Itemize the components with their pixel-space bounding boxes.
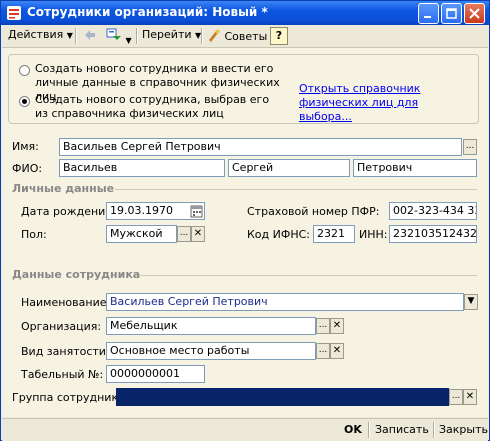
- section-divider: [140, 275, 477, 276]
- close-window-button[interactable]: [464, 3, 485, 24]
- select-existing-label[interactable]: Создать нового сотрудника, выбрав его из…: [35, 93, 275, 121]
- personal-section-title: Личные данные: [12, 182, 115, 195]
- back-button[interactable]: [82, 27, 98, 46]
- employment-type-input[interactable]: Основное место работы: [106, 342, 316, 360]
- name-input[interactable]: Васильев Сергей Петрович: [59, 138, 462, 156]
- help-icon: ?: [275, 29, 283, 42]
- tips-label: Советы: [224, 30, 268, 43]
- radio-selected-dot: [22, 99, 27, 104]
- fio-label: ФИО:: [12, 162, 43, 175]
- inn-input[interactable]: 232103512432: [389, 225, 477, 243]
- employee-name-dropdown[interactable]: ▼: [464, 294, 478, 310]
- group-input[interactable]: [116, 388, 449, 406]
- structure-icon: [106, 28, 126, 46]
- help-button[interactable]: ?: [270, 27, 288, 45]
- organization-label: Организация:: [21, 320, 102, 333]
- form-content: Создать нового сотрудника и ввести его л…: [2, 48, 488, 417]
- employment-type-label: Вид занятости:: [21, 345, 110, 358]
- toolbar-separator: [433, 422, 435, 438]
- title-bar: Сотрудники организаций: Новый *: [1, 1, 489, 25]
- last-name-input[interactable]: Васильев: [59, 159, 225, 177]
- employee-name-input[interactable]: Васильев Сергей Петрович: [106, 293, 464, 311]
- tips-icon: [207, 29, 225, 43]
- calendar-icon[interactable]: [190, 204, 203, 218]
- organization-select-button[interactable]: ...: [316, 318, 330, 334]
- clear-icon: ✕: [465, 391, 475, 402]
- tab-number-label: Табельный №:: [21, 368, 104, 381]
- chevron-down-icon: ▼: [467, 296, 475, 306]
- actions-menu[interactable]: Действия ▼: [8, 28, 73, 41]
- gender-label: Пол:: [21, 228, 47, 241]
- employee-window: Сотрудники организаций: Новый * Действия…: [0, 0, 490, 441]
- clear-icon: ✕: [332, 345, 342, 356]
- close-button[interactable]: Закрыть: [439, 423, 488, 436]
- bottom-bar: OK Записать Закрыть: [2, 418, 488, 441]
- employment-type-clear-button[interactable]: ✕: [330, 343, 344, 359]
- ifns-label: Код ИФНС:: [247, 228, 310, 241]
- group-label: Группа сотрудника:: [12, 391, 129, 404]
- app-icon: [6, 5, 22, 21]
- employee-name-label: Наименование:: [21, 296, 111, 309]
- radio-select-existing[interactable]: [19, 96, 30, 107]
- tab-number-input[interactable]: 0000000001: [106, 365, 205, 383]
- actions-label: Действия: [8, 28, 64, 41]
- window-title: Сотрудники организаций: Новый *: [27, 5, 268, 19]
- toolbar-separator: [75, 28, 77, 44]
- save-button[interactable]: Записать: [375, 423, 429, 436]
- employment-type-select-button[interactable]: ...: [316, 343, 330, 359]
- name-select-button[interactable]: ...: [463, 139, 477, 155]
- group-clear-button[interactable]: ✕: [463, 389, 477, 405]
- tips-button[interactable]: Советы: [207, 28, 267, 43]
- birthdate-label: Дата рождения:: [21, 205, 116, 218]
- ifns-input[interactable]: 2321: [313, 225, 355, 243]
- open-persons-link[interactable]: Открыть справочник физических лиц для вы…: [299, 82, 474, 124]
- employee-section-title: Данные сотрудника: [12, 268, 141, 281]
- radio-create-new[interactable]: [19, 65, 30, 76]
- clear-icon: ✕: [332, 320, 342, 331]
- section-divider: [115, 189, 477, 190]
- ok-button[interactable]: OK: [344, 423, 362, 436]
- gender-select-button[interactable]: ...: [177, 226, 191, 242]
- toolbar-separator: [136, 28, 138, 44]
- inn-label: ИНН:: [359, 228, 388, 241]
- toolbar-separator: [368, 422, 370, 438]
- clear-icon: ✕: [193, 228, 203, 239]
- structure-button[interactable]: ▼: [106, 27, 132, 46]
- minimize-button[interactable]: [418, 3, 439, 24]
- gender-input[interactable]: Мужской: [106, 225, 177, 243]
- goto-menu[interactable]: Перейти ▼: [142, 28, 201, 41]
- toolbar-separator: [201, 28, 203, 44]
- organization-clear-button[interactable]: ✕: [330, 318, 344, 334]
- create-mode-group: Создать нового сотрудника и ввести его л…: [8, 54, 479, 124]
- back-arrow-icon: [82, 30, 98, 46]
- first-name-input[interactable]: Сергей: [228, 159, 350, 177]
- middle-name-input[interactable]: Петрович: [353, 159, 477, 177]
- pfr-input[interactable]: 002-323-434 33: [389, 202, 477, 220]
- gender-clear-button[interactable]: ✕: [191, 226, 205, 242]
- group-select-button[interactable]: ...: [449, 389, 463, 405]
- goto-label: Перейти: [142, 28, 192, 41]
- maximize-button[interactable]: [441, 3, 462, 24]
- toolbar: Действия ▼ ▼ Перейти ▼ Советы ?: [2, 25, 488, 48]
- dropdown-arrow-icon: ▼: [125, 36, 132, 45]
- pfr-label: Страховой номер ПФР:: [247, 205, 380, 218]
- organization-input[interactable]: Мебельщик: [106, 317, 316, 335]
- dropdown-arrow-icon: ▼: [66, 31, 73, 40]
- name-label: Имя:: [12, 140, 39, 153]
